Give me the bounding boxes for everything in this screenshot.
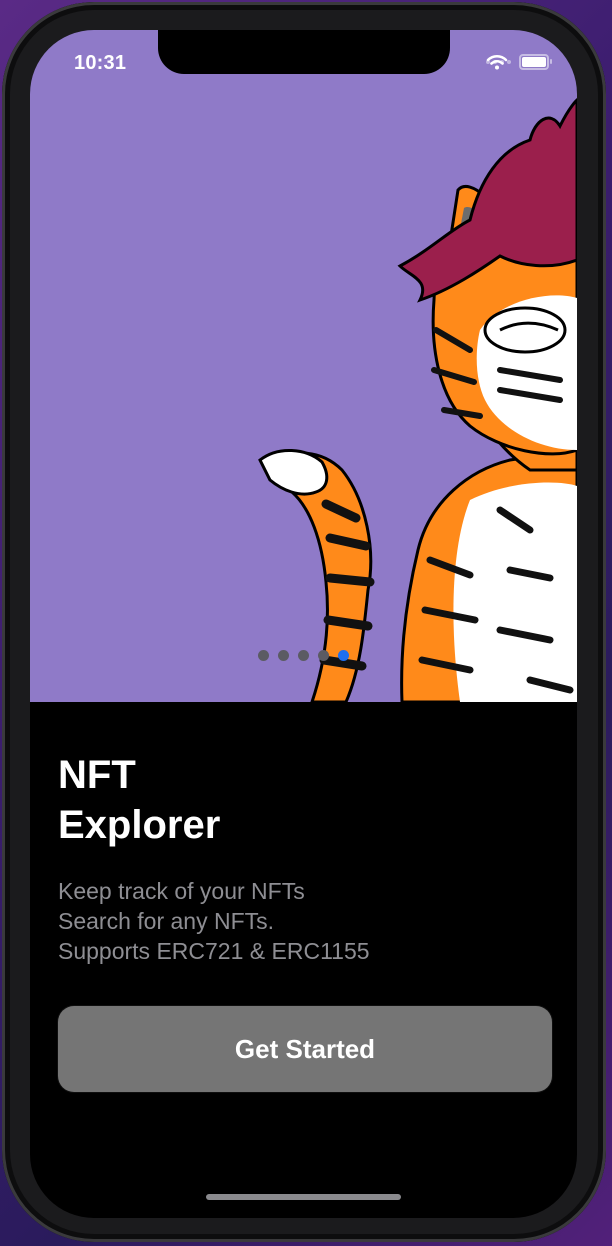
description-line-2: Search for any NFTs. [58, 908, 275, 934]
title-line-2: Explorer [58, 803, 221, 847]
page-dot[interactable] [278, 650, 289, 661]
app-screen: 10:31 NFT Explorer Keep track of your NF… [30, 30, 577, 1218]
page-dot[interactable] [318, 650, 329, 661]
home-indicator[interactable] [206, 1194, 401, 1200]
page-dot[interactable] [258, 650, 269, 661]
get-started-button[interactable]: Get Started [58, 1006, 552, 1092]
tiger-nft-illustration [258, 98, 577, 702]
hero-carousel[interactable]: 10:31 [30, 30, 577, 702]
wifi-icon [486, 54, 508, 70]
device-notch [158, 30, 450, 74]
battery-icon [519, 54, 552, 70]
status-icons [486, 54, 552, 70]
description-line-3: Supports ERC721 & ERC1155 [58, 938, 370, 964]
title-line-1: NFT [58, 753, 136, 797]
page-dot[interactable] [298, 650, 309, 661]
description-line-1: Keep track of your NFTs [58, 878, 305, 904]
page-dot-active[interactable] [338, 650, 349, 661]
app-title: NFT Explorer [58, 750, 220, 850]
status-time: 10:31 [74, 52, 127, 74]
app-description: Keep track of your NFTs Search for any N… [58, 876, 370, 966]
page-indicator[interactable] [258, 650, 349, 661]
